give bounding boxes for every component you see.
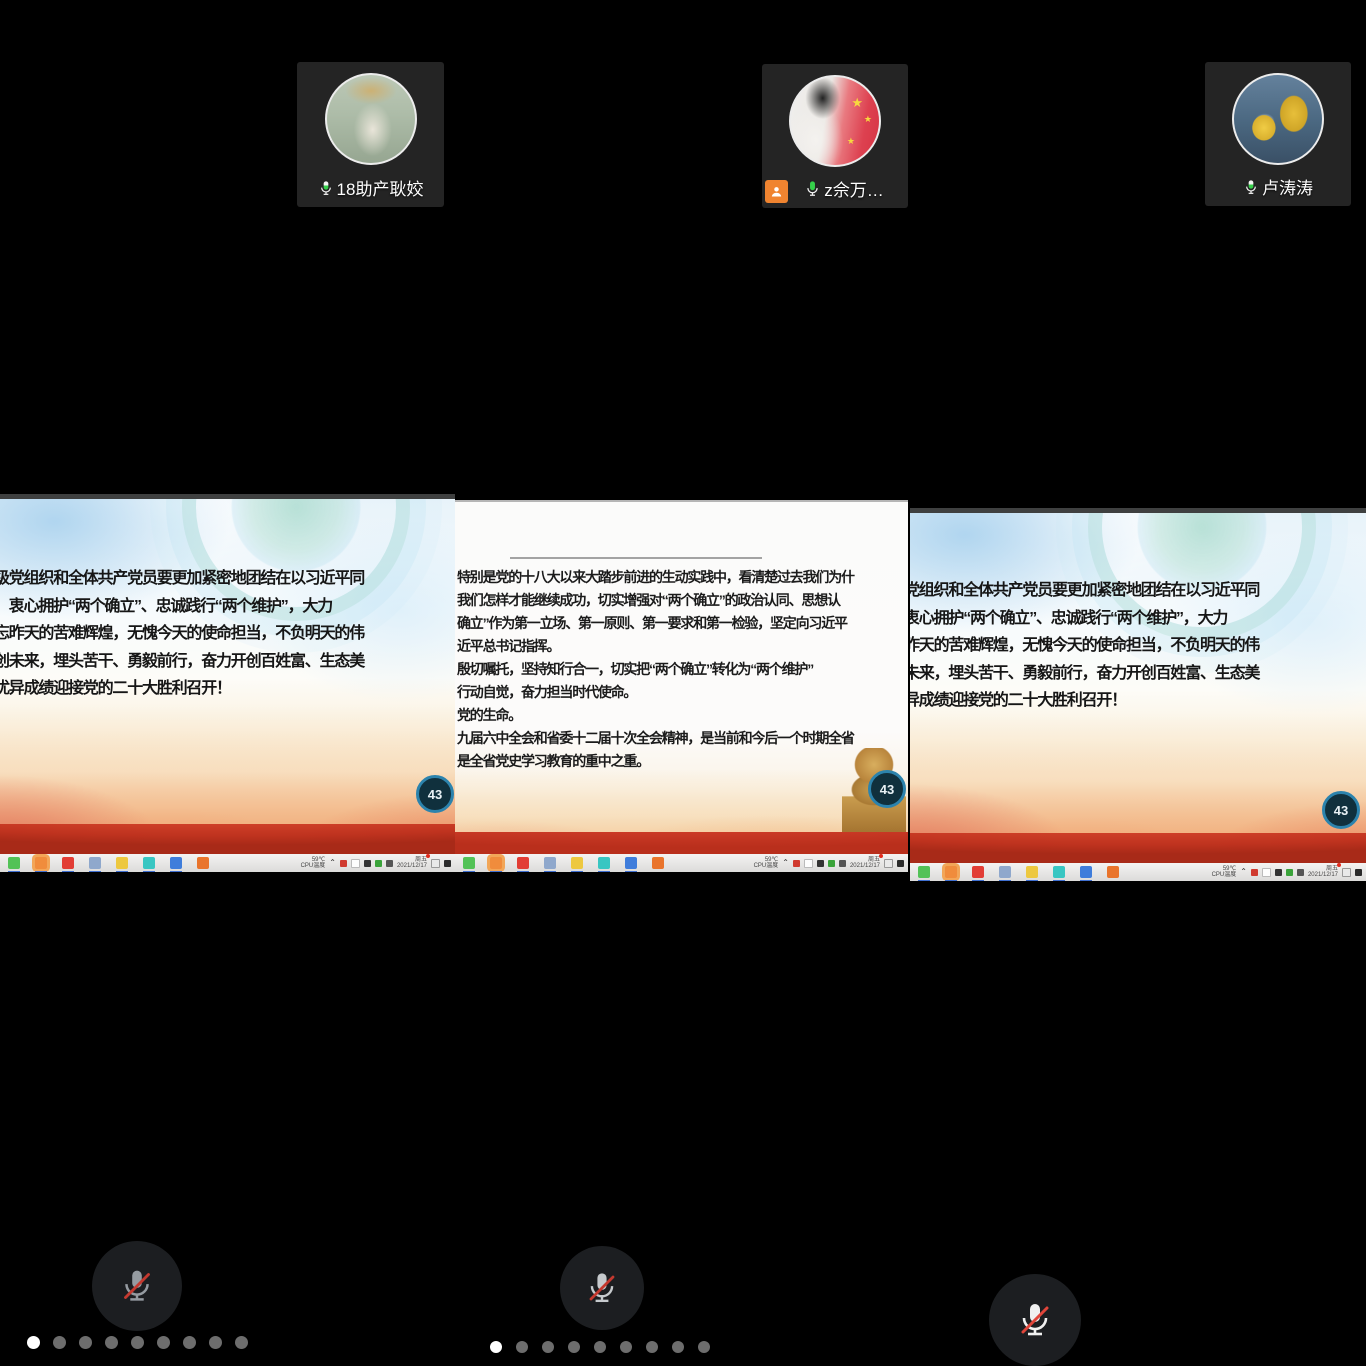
pane-3: 卢涛涛 党组织和全体共产党员要更加紧密地团结在以习近平同 衷心拥护“两个确立”、…: [910, 0, 1366, 1366]
tray-icon: [1342, 868, 1351, 877]
floating-badge: 43: [1322, 791, 1360, 829]
participant-name: 18助产耿姣: [337, 175, 424, 200]
participant-tile[interactable]: ★ ★ ★ z佘万…: [762, 64, 908, 208]
participant-namebar: 18助产耿姣: [297, 175, 444, 200]
participant-namebar: 卢涛涛: [1205, 174, 1351, 199]
participant-name: z佘万…: [824, 176, 884, 201]
avatar: ★ ★ ★: [789, 75, 881, 167]
tray-icon: [828, 860, 835, 867]
tray-clock: 周五2021/12/17: [850, 857, 880, 870]
slide-text: 党组织和全体共产党员要更加紧密地团结在以习近平同 衷心拥护“两个确立”、忠诚践行…: [910, 577, 1324, 715]
avatar: [1232, 73, 1324, 165]
tray-icon: [817, 860, 824, 867]
wps-office-icon: [197, 857, 209, 869]
browser-icon: [544, 857, 556, 869]
app-yellow-icon: [571, 857, 583, 869]
meeting-app-icon: [490, 857, 502, 869]
wps-office-icon: [1107, 866, 1119, 878]
shared-screen-video[interactable]: 党组织和全体共产党员要更加紧密地团结在以习近平同 衷心拥护“两个确立”、忠诚践行…: [910, 508, 1366, 881]
tray-icon: [351, 859, 360, 868]
slide-red-ribbon: [455, 832, 908, 854]
mic-volume-icon: [1243, 179, 1259, 195]
wps-office-icon: [652, 857, 664, 869]
participant-namebar: z佘万…: [762, 176, 908, 201]
wps-writer-icon: [972, 866, 984, 878]
page-indicator[interactable]: [490, 1341, 710, 1353]
slide-divider-line: [510, 557, 762, 559]
floating-badge: 43: [868, 770, 906, 808]
browser-icon: [999, 866, 1011, 878]
slide-red-ribbon: [0, 824, 455, 854]
participant-tile[interactable]: 卢涛涛: [1205, 62, 1351, 206]
slide-text: 级党组织和全体共产党员要更加紧密地团结在以习近平同 ，衷心拥护“两个确立”、忠诚…: [0, 565, 414, 703]
page-indicator[interactable]: [27, 1336, 248, 1349]
app-teal-icon: [598, 857, 610, 869]
tray-icon: [1297, 869, 1304, 876]
participant-name: 卢涛涛: [1262, 174, 1313, 199]
tray-icon: [884, 859, 893, 868]
tray-icon: [444, 860, 451, 867]
tray-icon: [1262, 868, 1271, 877]
participant-tile[interactable]: 18助产耿姣: [297, 62, 444, 207]
wps-writer-icon: [62, 857, 74, 869]
tray-icon: [340, 860, 347, 867]
app-yellow-icon: [116, 857, 128, 869]
tray-icon: [1355, 869, 1362, 876]
wechat-icon: [918, 866, 930, 878]
mute-microphone-button[interactable]: [92, 1241, 182, 1331]
app-teal-icon: [143, 857, 155, 869]
meeting-app-icon: [35, 857, 47, 869]
tray-icon: [364, 860, 371, 867]
pane-1: 18助产耿姣 级党组织和全体共产党员要更加紧密地团结在以习近平同 ，衷心拥护“两…: [0, 0, 455, 1366]
file-explorer-icon: [1080, 866, 1092, 878]
app-yellow-icon: [1026, 866, 1038, 878]
app-teal-icon: [1053, 866, 1065, 878]
tray-clock: 周五2021/12/17: [397, 857, 427, 870]
meeting-app-icon: [945, 866, 957, 878]
wechat-icon: [463, 857, 475, 869]
tray-icon: [804, 859, 813, 868]
windows-taskbar: 59℃CPU温度 ⌃ 周五2021/12/17: [910, 863, 1366, 881]
tray-clock: 周五2021/12/17: [1308, 866, 1338, 879]
pane-2: ★ ★ ★ z佘万… 特别是党的十八大以来大踏步前进的生动实践中，看清楚过去我们…: [455, 0, 910, 1366]
windows-taskbar: 59℃CPU温度 ⌃ 周五2021/12/17: [455, 854, 908, 872]
floating-badge: 43: [416, 775, 454, 813]
tray-icon: [1251, 869, 1258, 876]
shared-screen-video[interactable]: 级党组织和全体共产党员要更加紧密地团结在以习近平同 ，衷心拥护“两个确立”、忠诚…: [0, 494, 455, 872]
system-tray: 59℃CPU温度 ⌃ 周五2021/12/17: [301, 857, 455, 870]
mic-volume-icon: [804, 180, 821, 197]
mute-microphone-button[interactable]: [560, 1246, 644, 1330]
tray-icon: [897, 860, 904, 867]
mute-microphone-button[interactable]: [989, 1274, 1081, 1366]
tray-icon: [431, 859, 440, 868]
tray-icon: [1286, 869, 1293, 876]
tray-icon: [793, 860, 800, 867]
tray-icon: [839, 860, 846, 867]
tray-icon: [386, 860, 393, 867]
windows-taskbar: 59℃CPU温度 ⌃ 周五2021/12/17: [0, 854, 455, 872]
avatar: [325, 73, 417, 165]
file-explorer-icon: [170, 857, 182, 869]
tray-icon: [375, 860, 382, 867]
shared-screen-video[interactable]: 特别是党的十八大以来大踏步前进的生动实践中，看清楚过去我们为什 我们怎样才能继续…: [455, 500, 908, 872]
slide-red-ribbon: [910, 833, 1366, 863]
browser-icon: [89, 857, 101, 869]
tray-chevron-icon: ⌃: [782, 860, 789, 867]
file-explorer-icon: [625, 857, 637, 869]
tray-chevron-icon: ⌃: [329, 860, 336, 867]
tray-chevron-icon: ⌃: [1240, 869, 1247, 876]
mic-volume-icon: [318, 180, 334, 196]
system-tray: 59℃CPU温度 ⌃ 周五2021/12/17: [754, 857, 908, 870]
system-tray: 59℃CPU温度 ⌃ 周五2021/12/17: [1212, 866, 1366, 879]
wps-writer-icon: [517, 857, 529, 869]
slide-text: 特别是党的十八大以来大踏步前进的生动实践中，看清楚过去我们为什 我们怎样才能继续…: [457, 566, 887, 773]
tray-icon: [1275, 869, 1282, 876]
wechat-icon: [8, 857, 20, 869]
